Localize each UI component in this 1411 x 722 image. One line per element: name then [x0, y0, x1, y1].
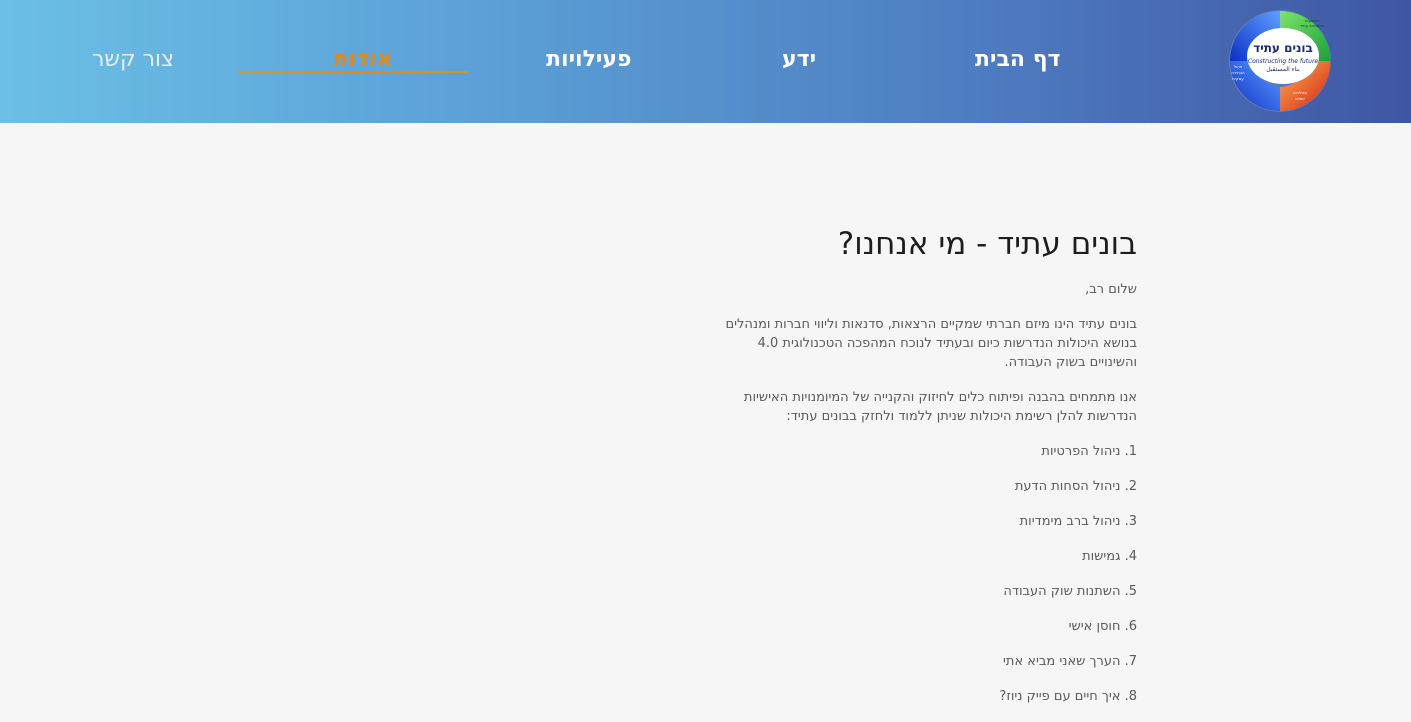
intro-line: בנושא היכולות הנדרשות כיום ובעתיד לנוכח …	[757, 336, 1137, 351]
nav-knowledge[interactable]: ידע	[782, 44, 816, 76]
focus-line: הנדרשות להלן רשימת היכולות שניתן ללמוד ו…	[786, 409, 1137, 424]
intro-line: והשינויים בשוק העבודה.	[1004, 355, 1137, 370]
logo-subtitle-en: Constructing the future	[1248, 58, 1319, 65]
list-item: 5. השתנות שוק העבודה	[1003, 584, 1137, 599]
about-section: בונים עתיד - מי אנחנו? שלום רב, בונים עת…	[700, 222, 1137, 706]
logo-segment-bottom-2: יזמיים	[1295, 96, 1305, 101]
site-header: בונים עתיד Constructing the future بناء …	[0, 0, 1411, 123]
list-item: 8. איך חיים עם פייק ניוז?	[999, 689, 1137, 704]
list-item: 7. הערך שאני מביא אתי	[1003, 654, 1137, 669]
nav-active-underline	[238, 71, 468, 73]
logo-subtitle-ar: بناء المستقبل	[1266, 66, 1300, 73]
logo-segment-left-3: עסקית	[1232, 76, 1244, 81]
list-item: 1. ניהול הפרטיות	[1041, 444, 1137, 459]
focus-paragraph: אנו מתמחים בהבנה ופיתוח כלים לחיזוק והקנ…	[700, 388, 1137, 426]
intro-paragraph: בונים עתיד הינו מיזם חברתי שמקיים הרצאות…	[700, 315, 1137, 372]
list-item: 2. ניהול הסחות הדעת	[1014, 479, 1137, 494]
logo-segment-bottom: תהליכים	[1293, 90, 1307, 95]
nav-activities[interactable]: פעילויות	[546, 44, 632, 76]
list-item: 3. ניהול ברב מימדיות	[1019, 514, 1137, 529]
focus-line: אנו מתמחים בהבנה ופיתוח כלים לחיזוק והקנ…	[743, 390, 1137, 405]
intro-line: בונים עתיד הינו מיזם חברתי שמקיים הרצאות…	[725, 317, 1137, 332]
logo-segment-left: ניהול	[1234, 64, 1243, 69]
list-item: 4. גמישות	[1082, 549, 1137, 564]
logo-title: בונים עתיד	[1253, 41, 1313, 55]
page-title: בונים עתיד - מי אנחנו?	[837, 226, 1137, 262]
logo[interactable]: בונים עתיד Constructing the future بناء …	[1226, 8, 1334, 114]
nav-contact[interactable]: צור קשר	[92, 44, 174, 76]
greeting: שלום רב,	[1085, 282, 1137, 297]
logo-segment-left-2: הבחירה	[1231, 70, 1245, 75]
logo-segment-top-2: מיומנויות עתיד	[1300, 23, 1324, 28]
list-item: 6. חוסן אישי	[1068, 619, 1137, 634]
nav-home[interactable]: דף הבית	[975, 44, 1060, 76]
